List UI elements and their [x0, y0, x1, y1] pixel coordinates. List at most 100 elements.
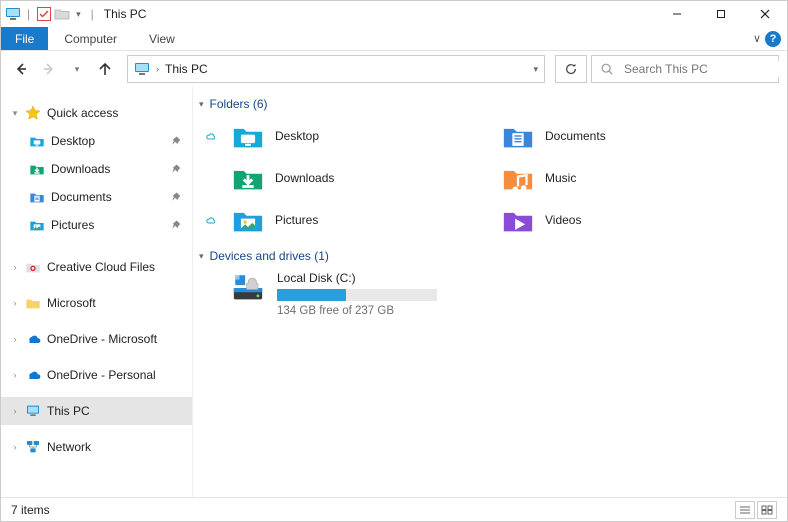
pin-icon	[170, 191, 182, 203]
sidebar-item-label: Documents	[51, 190, 112, 204]
refresh-button[interactable]	[555, 55, 587, 83]
system-icon	[5, 6, 21, 22]
chevron-right-icon[interactable]: ›	[9, 262, 21, 272]
sidebar-item-downloads[interactable]: Downloads	[1, 155, 192, 183]
sidebar-item-label: Pictures	[51, 218, 94, 232]
view-details-button[interactable]	[735, 501, 755, 519]
quick-access-dropdown-icon[interactable]: ▾	[72, 9, 85, 20]
address-history-dropdown[interactable]: ▾	[533, 64, 538, 75]
videos-icon	[501, 203, 535, 237]
sidebar-item-label: Creative Cloud Files	[47, 260, 155, 274]
sidebar-item-cc-0[interactable]: › Creative Cloud Files	[1, 253, 192, 281]
folder-desktop[interactable]: Desktop	[197, 115, 467, 157]
tab-computer[interactable]: Computer	[48, 27, 133, 50]
breadcrumb-this-pc[interactable]: This PC	[165, 62, 208, 76]
cloud-status-icon	[201, 213, 221, 228]
pictures-icon	[231, 203, 265, 237]
sidebar-item-desktop[interactable]: Desktop	[1, 127, 192, 155]
chevron-down-icon[interactable]: ▾	[199, 99, 204, 110]
network-icon	[25, 439, 41, 455]
folder-downloads[interactable]: Downloads	[197, 157, 467, 199]
folder-pictures[interactable]: Pictures	[197, 199, 467, 241]
drive-free-text: 134 GB free of 237 GB	[277, 305, 437, 317]
tab-file[interactable]: File	[1, 27, 48, 50]
search-input[interactable]	[622, 61, 781, 77]
view-icons-button[interactable]	[757, 501, 777, 519]
folder-label: Videos	[545, 213, 733, 227]
folder-icon	[25, 295, 41, 311]
sidebar-item-pc-4[interactable]: › This PC	[1, 397, 192, 425]
sidebar-item-folder-1[interactable]: › Microsoft	[1, 289, 192, 317]
window-title: This PC	[104, 7, 147, 21]
chevron-right-icon[interactable]: ›	[9, 334, 21, 344]
downloads-icon	[29, 161, 45, 177]
downloads-icon	[231, 161, 265, 195]
recent-locations-button[interactable]: ▾	[65, 57, 89, 81]
folder-label: Pictures	[275, 213, 463, 227]
drive-icon	[231, 271, 265, 305]
up-button[interactable]	[93, 57, 117, 81]
search-icon	[600, 62, 614, 76]
separator: |	[27, 7, 30, 21]
cloud-status-icon	[201, 129, 221, 144]
content-pane[interactable]: ▾ Folders (6) Desktop Documents Downloads M…	[193, 87, 787, 497]
drive-usage-bar	[277, 289, 437, 301]
sidebar-item-label: Quick access	[47, 106, 118, 120]
star-icon	[25, 105, 41, 121]
navigation-tree: ▾ Quick access DesktopDownloads Documents…	[1, 87, 193, 497]
ribbon: File Computer View ∨ ?	[1, 27, 787, 51]
sidebar-item-label: This PC	[47, 404, 90, 418]
onedrive-icon	[25, 367, 41, 383]
sidebar-item-network-5[interactable]: › Network	[1, 433, 192, 461]
drive-item[interactable]: Local Disk (C:) 134 GB free of 237 GB	[197, 267, 777, 321]
group-drives[interactable]: ▾ Devices and drives (1)	[199, 249, 777, 263]
breadcrumb-chevron-icon[interactable]: ›	[156, 64, 159, 74]
chevron-right-icon[interactable]: ›	[9, 442, 21, 452]
drive-label: Local Disk (C:)	[277, 271, 437, 285]
search-box[interactable]	[591, 55, 779, 83]
sidebar-item-pictures[interactable]: Pictures	[1, 211, 192, 239]
chevron-right-icon[interactable]: ›	[9, 298, 21, 308]
folder-label: Desktop	[275, 129, 463, 143]
status-item-count: 7 items	[11, 503, 50, 517]
pin-icon	[170, 219, 182, 231]
quick-access-checkbox-icon[interactable]	[36, 6, 52, 22]
sidebar-item-label: OneDrive - Microsoft	[47, 332, 157, 346]
folder-videos[interactable]: Videos	[467, 199, 737, 241]
help-icon[interactable]: ?	[765, 31, 781, 47]
maximize-button[interactable]	[699, 1, 743, 27]
folder-label: Documents	[545, 129, 733, 143]
sidebar-item-documents[interactable]: Documents	[1, 183, 192, 211]
minimize-button[interactable]	[655, 1, 699, 27]
ribbon-expand-icon[interactable]: ∨	[753, 32, 761, 45]
close-button[interactable]	[743, 1, 787, 27]
folder-documents[interactable]: Documents	[467, 115, 737, 157]
sidebar-item-onedrive-3[interactable]: ›OneDrive - Personal	[1, 361, 192, 389]
forward-button[interactable]	[37, 57, 61, 81]
separator: |	[91, 7, 94, 21]
pictures-icon	[29, 217, 45, 233]
cc-icon	[25, 259, 41, 275]
back-button[interactable]	[9, 57, 33, 81]
tab-view[interactable]: View	[133, 27, 191, 50]
quick-access-folder-icon[interactable]	[54, 6, 70, 22]
folder-music[interactable]: Music	[467, 157, 737, 199]
title-bar: | ▾ | This PC	[1, 1, 787, 27]
sidebar-item-onedrive-2[interactable]: › OneDrive - Microsoft	[1, 325, 192, 353]
onedrive-icon	[25, 331, 41, 347]
desktop-icon	[29, 133, 45, 149]
chevron-down-icon[interactable]: ▾	[199, 251, 204, 262]
pin-icon	[170, 135, 182, 147]
sidebar-item-label: Microsoft	[47, 296, 96, 310]
folder-label: Downloads	[275, 171, 463, 185]
documents-icon	[29, 189, 45, 205]
address-bar[interactable]: › This PC ▾	[127, 55, 545, 83]
pc-icon	[25, 403, 41, 419]
chevron-right-icon[interactable]: ›	[9, 370, 21, 380]
music-icon	[501, 161, 535, 195]
chevron-down-icon[interactable]: ▾	[9, 108, 21, 119]
chevron-right-icon[interactable]: ›	[9, 406, 21, 416]
group-folders[interactable]: ▾ Folders (6)	[199, 97, 777, 111]
sidebar-quick-access[interactable]: ▾ Quick access	[1, 99, 192, 127]
sidebar-item-label: Network	[47, 440, 91, 454]
